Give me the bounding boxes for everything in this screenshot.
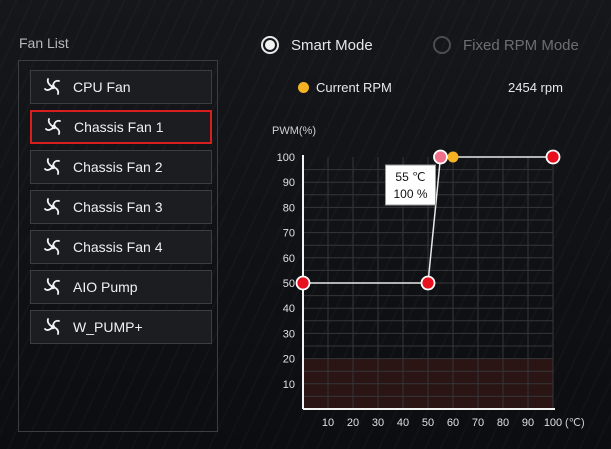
- current-rpm-marker: [447, 151, 459, 163]
- x-tick-label: 70: [472, 417, 484, 429]
- x-tick-label: 20: [347, 417, 359, 429]
- x-tick-labels: 10 20 30 40 50 60 70 80 90 100: [322, 417, 562, 429]
- x-tick-label: 90: [522, 417, 534, 429]
- x-tick-label: 10: [322, 417, 334, 429]
- curve-point[interactable]: [433, 149, 448, 165]
- curve-point[interactable]: [295, 275, 311, 291]
- point-tooltip: 55 ℃ 100 %: [385, 164, 436, 206]
- x-tick-label: 80: [497, 417, 509, 429]
- y-axis-label: PWM(%): [272, 125, 316, 137]
- y-tick-label: 40: [283, 303, 295, 315]
- x-tick-label: 50: [422, 417, 434, 429]
- y-tick-label: 70: [283, 228, 295, 240]
- y-tick-label: 10: [283, 379, 295, 391]
- x-tick-label: 40: [397, 417, 409, 429]
- y-tick-label: 100: [277, 152, 295, 164]
- x-axis-label: (℃): [565, 417, 585, 429]
- y-tick-label: 60: [283, 253, 295, 265]
- y-tick-label: 20: [283, 354, 295, 366]
- x-tick-label: 30: [372, 417, 384, 429]
- tooltip-temp: 55 ℃: [395, 170, 425, 184]
- x-tick-label: 100: [544, 417, 562, 429]
- y-tick-label: 50: [283, 278, 295, 290]
- curve-point[interactable]: [420, 275, 436, 291]
- fan-curve-chart[interactable]: PWM(%) (℃) 10 20 30 40 50 60 70 80 90 100 10 20 30 4…: [0, 0, 611, 449]
- tooltip-pwm: 100 %: [393, 187, 427, 201]
- y-tick-label: 80: [283, 202, 295, 214]
- y-tick-label: 30: [283, 328, 295, 340]
- curve-point[interactable]: [545, 149, 561, 165]
- y-tick-labels: 10 20 30 40 50 60 70 80 90 100: [277, 152, 295, 391]
- y-tick-label: 90: [283, 177, 295, 189]
- x-tick-label: 60: [447, 417, 459, 429]
